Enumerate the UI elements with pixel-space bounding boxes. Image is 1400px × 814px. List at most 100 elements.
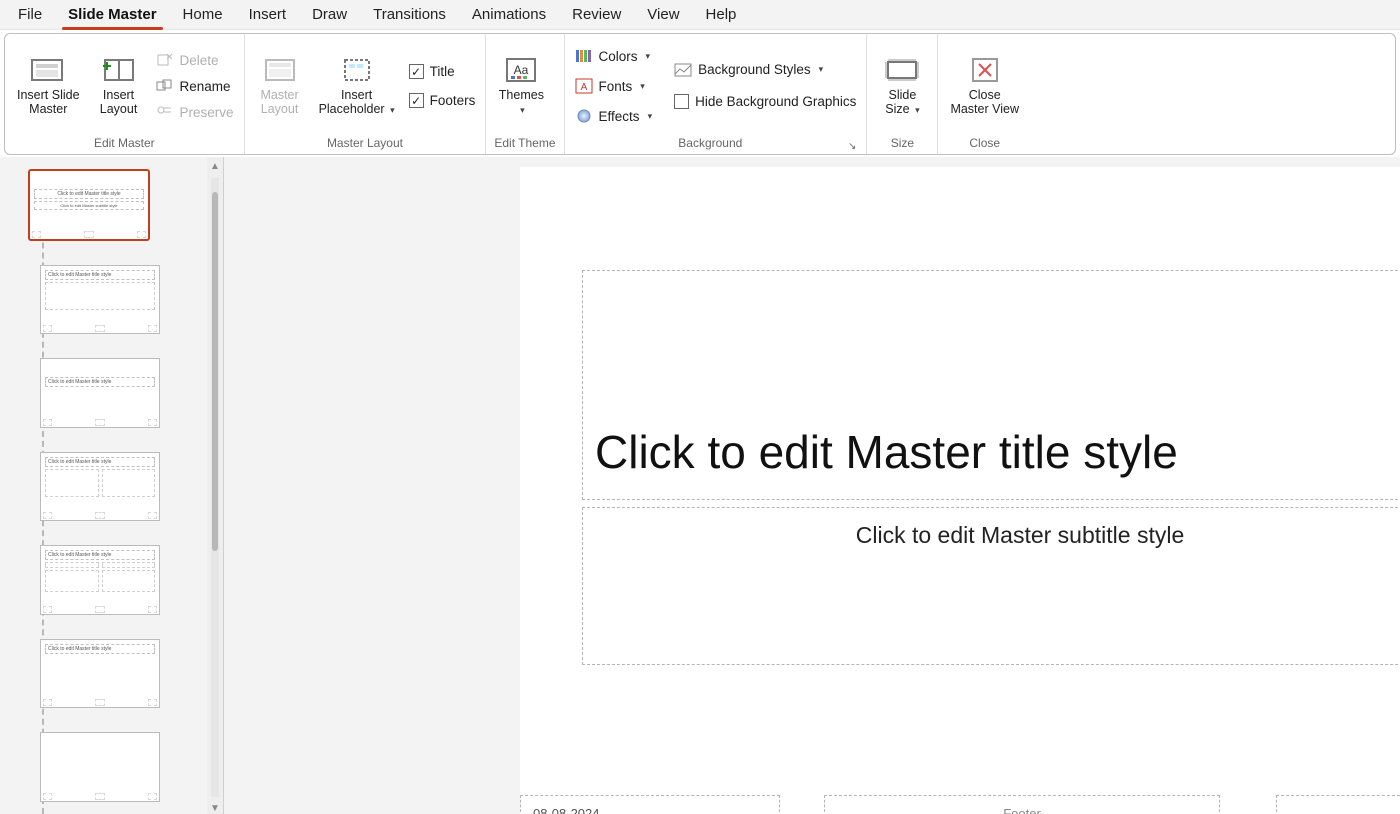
- slide-size-button[interactable]: SlideSize ▾: [875, 52, 929, 121]
- scroll-track[interactable]: [211, 178, 219, 797]
- insert-slide-master-button[interactable]: Insert SlideMaster: [13, 52, 84, 121]
- scroll-thumb[interactable]: [212, 192, 218, 551]
- thumbnails-scrollbar[interactable]: ▲ ▼: [207, 157, 223, 814]
- chevron-down-icon: ▾: [646, 51, 651, 62]
- thumb-content: [45, 282, 155, 310]
- footer-placeholder[interactable]: Footer: [824, 795, 1220, 814]
- tab-transitions[interactable]: Transitions: [361, 2, 458, 27]
- workspace: Click to edit Master title style Click t…: [0, 157, 1400, 814]
- thumb-content: [45, 570, 155, 592]
- chevron-down-icon: ▾: [520, 105, 525, 115]
- thumb-content: [45, 469, 155, 497]
- slide-canvas[interactable]: Click to edit Master title style Click t…: [520, 167, 1400, 814]
- group-close: CloseMaster View Close: [938, 34, 1031, 154]
- thumb-title: Click to edit Master title style: [45, 644, 155, 654]
- subtitle-placeholder[interactable]: Click to edit Master subtitle style: [582, 507, 1400, 665]
- master-layout-button[interactable]: MasterLayout: [253, 52, 307, 121]
- close-master-view-button[interactable]: CloseMaster View: [946, 52, 1023, 121]
- tab-slide-master[interactable]: Slide Master: [56, 2, 168, 27]
- effects-button[interactable]: Effects▾: [573, 106, 655, 126]
- tab-animations[interactable]: Animations: [460, 2, 558, 27]
- insert-layout-icon: [101, 56, 137, 84]
- thumb-sub: Click to edit Master subtitle style: [34, 201, 144, 210]
- checkbox-icon: [674, 94, 689, 109]
- tab-view[interactable]: View: [635, 2, 691, 27]
- master-layout-label: MasterLayout: [260, 88, 298, 117]
- slide-number-placeholder[interactable]: ‹#›: [1276, 795, 1400, 814]
- slide-canvas-area[interactable]: Click to edit Master title style Click t…: [224, 157, 1400, 814]
- chevron-down-icon: ▾: [915, 105, 920, 115]
- insert-slide-master-label: Insert SlideMaster: [17, 88, 80, 117]
- insert-layout-label: InsertLayout: [100, 88, 138, 117]
- preserve-button[interactable]: Preserve: [154, 102, 236, 122]
- slide-size-icon: [884, 56, 920, 84]
- hide-background-label: Hide Background Graphics: [695, 94, 856, 109]
- background-styles-button[interactable]: Background Styles▾: [672, 60, 858, 80]
- thumbnail-layout[interactable]: Click to edit Master title style ...: [40, 452, 160, 522]
- delete-button[interactable]: Delete: [154, 50, 236, 70]
- insert-placeholder-icon: [339, 56, 375, 84]
- thumbnail-layout[interactable]: Click to edit Master title style ...: [40, 545, 160, 615]
- thumb-title: Click to edit Master title style: [45, 550, 155, 560]
- title-checkbox[interactable]: Title: [407, 60, 478, 83]
- group-edit-theme-label: Edit Theme: [494, 134, 555, 154]
- scroll-up-icon[interactable]: ▲: [210, 161, 220, 172]
- group-edit-master: Insert SlideMaster InsertLayout Delete R…: [5, 34, 245, 154]
- thumb-title: Click to edit Master title style: [45, 377, 155, 387]
- tab-draw[interactable]: Draw: [300, 2, 359, 27]
- footers-checkbox-label: Footers: [430, 93, 476, 108]
- thumb-title: Click to edit Master title style: [45, 270, 155, 280]
- background-dialog-launcher[interactable]: ↘: [848, 141, 856, 152]
- close-master-view-label: CloseMaster View: [950, 88, 1019, 117]
- insert-layout-button[interactable]: InsertLayout: [92, 52, 146, 121]
- group-close-label: Close: [946, 134, 1023, 154]
- thumbnail-layout[interactable]: Click to edit Master title style ...: [40, 265, 160, 335]
- delete-label: Delete: [180, 53, 219, 68]
- group-background-label: Background: [573, 134, 849, 154]
- effects-icon: [575, 108, 593, 124]
- title-placeholder[interactable]: Click to edit Master title style: [582, 270, 1400, 500]
- effects-label: Effects: [599, 109, 640, 124]
- fonts-button[interactable]: A Fonts▾: [573, 76, 655, 96]
- rename-button[interactable]: Rename: [154, 76, 236, 96]
- group-edit-theme: Aa Themes▾ Edit Theme: [486, 34, 564, 154]
- close-icon: [967, 56, 1003, 84]
- date-placeholder[interactable]: 08-08-2024: [520, 795, 780, 814]
- thumbnail-master[interactable]: Click to edit Master title style Click t…: [28, 169, 150, 241]
- thumbnails-pane: Click to edit Master title style Click t…: [0, 157, 224, 814]
- thumbnails-list[interactable]: Click to edit Master title style Click t…: [0, 157, 207, 814]
- colors-button[interactable]: Colors▾: [573, 46, 655, 66]
- thumbnail-layout[interactable]: ...: [40, 732, 160, 802]
- thumbnail-layout[interactable]: Click to edit Master title style ...: [40, 358, 160, 428]
- background-styles-label: Background Styles: [698, 62, 811, 77]
- hide-background-checkbox[interactable]: Hide Background Graphics: [672, 90, 858, 113]
- tab-file[interactable]: File: [6, 2, 54, 27]
- tab-insert[interactable]: Insert: [237, 2, 299, 27]
- footers-checkbox[interactable]: Footers: [407, 89, 478, 112]
- colors-icon: [575, 48, 593, 64]
- rename-icon: [156, 78, 174, 94]
- checkbox-icon: [409, 64, 424, 79]
- thumb-title: Click to edit Master title style: [34, 189, 144, 199]
- thumbnail-layout[interactable]: Click to edit Master title style ...: [40, 639, 160, 709]
- checkbox-icon: [409, 93, 424, 108]
- group-master-layout-label: Master Layout: [253, 134, 478, 154]
- rename-label: Rename: [180, 79, 231, 94]
- themes-icon: Aa: [503, 56, 539, 84]
- scroll-down-icon[interactable]: ▼: [210, 803, 220, 814]
- title-checkbox-label: Title: [430, 64, 455, 79]
- preserve-icon: [156, 104, 174, 120]
- background-styles-icon: [674, 62, 692, 78]
- insert-placeholder-button[interactable]: InsertPlaceholder ▾: [315, 52, 399, 121]
- svg-text:A: A: [580, 82, 587, 93]
- tab-home[interactable]: Home: [171, 2, 235, 27]
- insert-placeholder-label: InsertPlaceholder ▾: [319, 88, 395, 117]
- thumb-content: [45, 562, 155, 568]
- themes-button[interactable]: Aa Themes▾: [494, 52, 548, 121]
- tab-help[interactable]: Help: [694, 2, 749, 27]
- group-background: Colors▾ A Fonts▾ Effects▾ Background Sty…: [565, 34, 868, 154]
- chevron-down-icon: ▾: [390, 105, 395, 115]
- group-size-label: Size: [875, 134, 929, 154]
- delete-icon: [156, 52, 174, 68]
- tab-review[interactable]: Review: [560, 2, 633, 27]
